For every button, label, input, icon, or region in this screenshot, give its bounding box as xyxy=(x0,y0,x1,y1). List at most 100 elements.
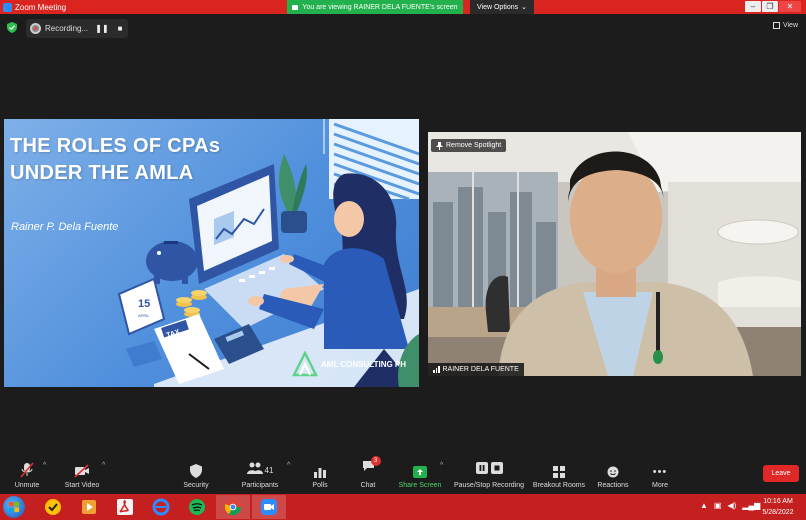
acrobat-icon xyxy=(117,499,133,515)
maximize-icon: ❐ xyxy=(766,2,774,11)
participants-button[interactable]: 41 Participants xyxy=(238,454,282,494)
share-screen-button[interactable]: Share Screen xyxy=(398,454,442,494)
participants-options-caret[interactable]: ^ xyxy=(287,462,290,469)
coins-illustration xyxy=(176,290,207,317)
unmute-button[interactable]: Unmute xyxy=(10,454,44,494)
taskbar-app-zoom[interactable] xyxy=(252,495,286,519)
security-label: Security xyxy=(183,482,209,489)
speaker-video: Remove Spotlight RAINER DELA FUENTE xyxy=(428,132,801,376)
share-banner: You are viewing RAINER DELA FUENTE's scr… xyxy=(287,0,463,14)
breakout-rooms-button[interactable]: Breakout Rooms xyxy=(531,454,587,494)
taskbar-app-norton[interactable] xyxy=(36,495,70,519)
taskbar-app-edge[interactable] xyxy=(144,495,178,519)
plant-illustration xyxy=(279,154,307,233)
brand-name: AML CONSULTING PH xyxy=(321,359,407,369)
chat-badge: 3 xyxy=(370,456,381,466)
taskbar-clock[interactable]: 10:16 AM 5/28/2022 xyxy=(752,496,804,518)
zoom-meeting-window: Zoom Meeting You are viewing RAINER DELA… xyxy=(0,0,806,520)
reactions-button[interactable]: Reactions xyxy=(594,454,632,494)
calendar-day: 15 xyxy=(138,298,150,310)
slide-title: THE ROLES OF CPAs UNDER THE AMLA xyxy=(10,133,220,187)
unmute-label: Unmute xyxy=(14,482,40,489)
remove-spotlight-label: Remove Spotlight xyxy=(446,142,502,149)
stop-recording-button[interactable]: ■ xyxy=(113,24,127,33)
chat-button[interactable]: 3 Chat xyxy=(354,454,382,494)
close-button[interactable]: ✕ xyxy=(779,1,801,12)
ellipsis-icon: ••• xyxy=(652,466,668,478)
window-title: Zoom Meeting xyxy=(15,2,67,12)
share-indicator-icon xyxy=(292,4,299,10)
polls-label: Polls xyxy=(312,482,328,489)
slide-author: Rainer P. Dela Fuente xyxy=(11,221,119,233)
start-button[interactable] xyxy=(3,496,25,518)
emoji-icon xyxy=(607,466,618,478)
clock-time: 10:16 AM xyxy=(763,498,793,505)
volume-icon[interactable]: ◀) xyxy=(727,501,736,510)
chevron-down-icon: ⌄ xyxy=(521,4,527,11)
shared-screen: 15 APRIL TAX THE ROLES OF CPAs UNDER THE… xyxy=(4,119,419,387)
minimize-button[interactable]: – xyxy=(745,1,761,12)
close-icon: ✕ xyxy=(786,2,794,11)
signal-strength-icon xyxy=(433,366,440,373)
pause-stop-recording-button[interactable]: Pause/Stop Recording xyxy=(452,454,526,494)
minimize-icon: – xyxy=(750,2,756,11)
stop-icon xyxy=(490,462,503,474)
chrome-icon xyxy=(224,499,242,516)
zoom-app-icon xyxy=(261,499,277,515)
recording-icon xyxy=(30,23,41,34)
taskbar-app-spotify[interactable] xyxy=(180,495,214,519)
share-options-caret[interactable]: ^ xyxy=(440,462,443,469)
participant-name: RAINER DELA FUENTE xyxy=(442,366,519,373)
pause-icon xyxy=(475,462,488,474)
tray-expand-icon[interactable]: ▲ xyxy=(700,501,708,510)
taskbar-app-acrobat[interactable] xyxy=(108,495,142,519)
taskbar-app-media[interactable] xyxy=(72,495,106,519)
norton-icon xyxy=(45,499,61,515)
recording-label: Recording... xyxy=(45,24,89,33)
taskbar-app-chrome[interactable] xyxy=(216,495,250,519)
leave-button[interactable]: Leave xyxy=(763,465,799,482)
slide-title-line-1: THE ROLES OF CPAs xyxy=(10,135,221,157)
pause-recording-button[interactable]: ❚❚ xyxy=(95,24,109,33)
view-options-label: View Options xyxy=(477,3,519,11)
aml-logo-icon xyxy=(292,351,318,377)
grid-view-icon xyxy=(772,22,780,29)
recording-controls-icons xyxy=(475,462,503,478)
piggy-bank-illustration xyxy=(146,241,198,284)
view-button[interactable]: View xyxy=(772,22,798,29)
more-button[interactable]: ••• More xyxy=(646,454,674,494)
more-label: More xyxy=(652,482,668,489)
media-player-icon xyxy=(82,500,96,514)
polls-button[interactable]: Polls xyxy=(306,454,334,494)
audio-options-caret[interactable]: ^ xyxy=(43,462,46,469)
slide-brand: AML CONSULTING PH xyxy=(292,351,406,377)
calendar-illustration: 15 APRIL xyxy=(117,277,166,336)
breakout-rooms-label: Breakout Rooms xyxy=(532,482,586,489)
view-options-button[interactable]: View Options ⌄ xyxy=(470,0,534,14)
meeting-toolbar: Unmute ^ Start Video ^ Security 41 Parti… xyxy=(0,454,806,494)
network-icon[interactable]: ▣ xyxy=(714,501,722,510)
view-label: View xyxy=(782,22,798,29)
recording-indicator: Recording... ❚❚ ■ xyxy=(26,19,128,38)
remove-spotlight-button[interactable]: Remove Spotlight xyxy=(431,139,507,152)
share-screen-icon xyxy=(413,466,427,478)
breakout-rooms-icon xyxy=(553,466,565,478)
windows-logo-icon xyxy=(9,502,19,512)
spotify-icon xyxy=(189,499,205,515)
share-banner-text: You are viewing RAINER DELA FUENTE's scr… xyxy=(302,3,458,11)
encryption-shield-icon[interactable] xyxy=(7,22,17,33)
slide-title-line-2: UNDER THE AMLA xyxy=(10,162,194,184)
chat-icon-wrap: 3 xyxy=(362,456,381,478)
video-options-caret[interactable]: ^ xyxy=(102,462,105,469)
participants-icon-group: 41 xyxy=(246,462,273,478)
shield-icon xyxy=(190,464,202,478)
start-video-button[interactable]: Start Video xyxy=(60,454,104,494)
maximize-button[interactable]: ❐ xyxy=(762,1,778,12)
participant-name-tag: RAINER DELA FUENTE xyxy=(428,363,524,376)
pause-recording-label: Pause/Stop Recording xyxy=(453,482,525,489)
card-illustration xyxy=(126,341,162,367)
security-button[interactable]: Security xyxy=(178,454,214,494)
clock-date: 5/28/2022 xyxy=(762,509,794,516)
speaker-video-frame xyxy=(428,132,801,376)
microphone-muted-icon xyxy=(20,462,34,478)
